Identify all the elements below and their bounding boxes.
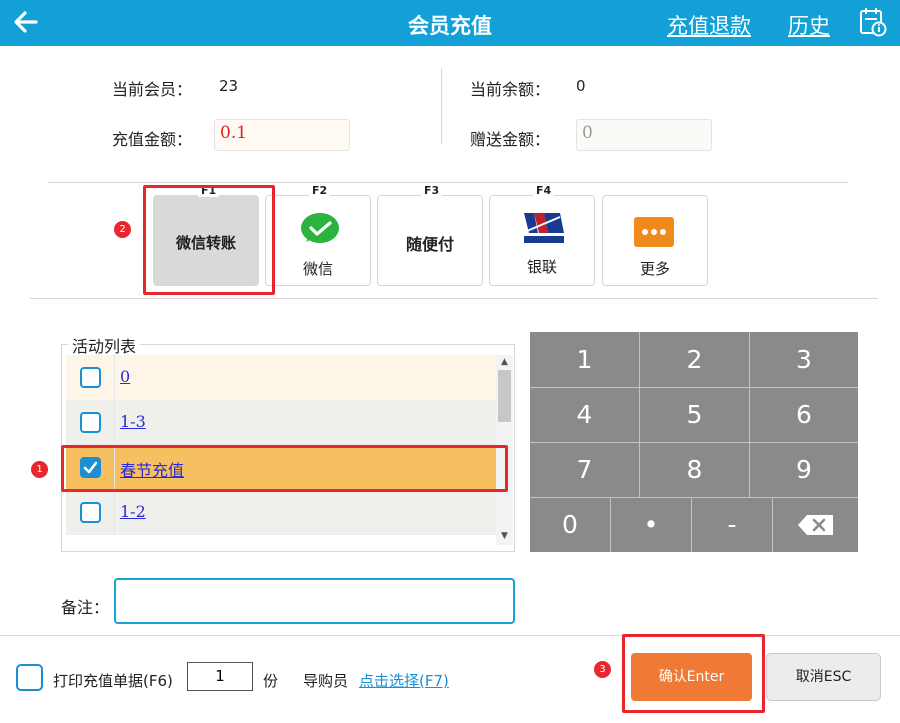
current-member-label: 当前会员：	[112, 80, 193, 99]
activity-list-title: 活动列表	[68, 333, 141, 357]
arrow-left-icon[interactable]	[10, 7, 40, 37]
print-receipt-label[interactable]: 打印充值单据(F6)	[53, 670, 173, 691]
key-1[interactable]: 1	[530, 332, 639, 387]
recharge-amount-input[interactable]: 0.1	[214, 119, 350, 151]
cancel-button[interactable]: 取消ESC	[766, 653, 881, 701]
bonus-amount-input[interactable]: 0	[576, 119, 712, 151]
key-7[interactable]: 7	[530, 443, 639, 497]
marker-1: 1	[31, 461, 48, 478]
select-guide-link[interactable]: 点击选择(F7)	[359, 670, 449, 691]
current-member-value: 23	[219, 77, 239, 95]
scroll-thumb[interactable]	[498, 370, 511, 422]
highlight-box-2	[143, 185, 275, 295]
scroll-down-icon[interactable]: ▼	[496, 531, 513, 541]
activity-link[interactable]: 1-3	[120, 412, 146, 431]
marker-3: 3	[594, 661, 611, 678]
row-separator	[114, 490, 115, 535]
wechat-pay-icon	[301, 213, 339, 243]
key-5[interactable]: 5	[640, 388, 749, 442]
keypad-divider	[530, 387, 858, 388]
list-item[interactable]: 0	[66, 355, 496, 400]
key-0[interactable]: 0	[530, 498, 610, 552]
pay-more-button[interactable]: 更多	[602, 195, 708, 286]
info-divider	[441, 68, 442, 144]
key-minus[interactable]: -	[692, 498, 772, 552]
guide-label: 导购员	[303, 672, 349, 690]
current-balance-value: 0	[576, 77, 586, 95]
highlight-box-1	[61, 445, 508, 492]
key-3[interactable]: 3	[750, 332, 858, 387]
info-bottom-divider	[48, 182, 848, 183]
checkbox[interactable]	[80, 412, 101, 433]
key-4[interactable]: 4	[530, 388, 639, 442]
pay-wechat-button[interactable]: 微信	[265, 195, 371, 286]
keypad-divider	[691, 497, 692, 552]
footer-divider	[0, 635, 900, 636]
keypad-divider	[530, 497, 858, 498]
row-separator	[114, 400, 115, 445]
pay-more-label: 更多	[639, 260, 670, 278]
recharge-amount-label: 充值金额：	[112, 130, 193, 149]
payment-bottom-divider	[30, 298, 878, 299]
pay-unionpay-button[interactable]: 银联	[489, 195, 595, 286]
highlight-box-3	[622, 634, 765, 713]
remark-input[interactable]	[114, 578, 515, 624]
scroll-up-icon[interactable]: ▲	[496, 357, 513, 367]
page-title: 会员充值	[408, 14, 492, 38]
refund-link[interactable]: 充值退款	[667, 10, 751, 40]
keypad-divider	[639, 332, 640, 497]
activity-link[interactable]: 1-2	[120, 502, 146, 521]
marker-2: 2	[114, 221, 131, 238]
f2-key-hint: F2	[309, 184, 331, 197]
key-2[interactable]: 2	[640, 332, 749, 387]
keypad-divider	[610, 497, 611, 552]
remark-label: 备注：	[61, 598, 110, 617]
unionpay-icon	[524, 213, 564, 243]
checkbox[interactable]	[80, 502, 101, 523]
calendar-info-icon[interactable]	[858, 6, 888, 38]
pay-suibianfu-button[interactable]: 随便付	[377, 195, 483, 286]
copies-unit-label: 份	[263, 672, 279, 690]
bonus-amount-label: 赠送金额：	[470, 130, 551, 149]
current-balance-label: 当前余额：	[470, 80, 551, 99]
checkbox[interactable]	[80, 367, 101, 388]
header-bar: 会员充值 充值退款 历史	[0, 0, 900, 46]
numeric-keypad: 1 2 3 4 5 6 7 8 9 0 • -	[530, 332, 858, 552]
pay-unionpay-label: 银联	[526, 258, 557, 276]
row-separator	[114, 355, 115, 400]
print-receipt-checkbox[interactable]	[16, 664, 43, 691]
key-9[interactable]: 9	[750, 443, 858, 497]
keypad-divider	[749, 332, 750, 497]
key-6[interactable]: 6	[750, 388, 858, 442]
key-8[interactable]: 8	[640, 443, 749, 497]
backspace-icon	[798, 515, 833, 535]
history-link[interactable]: 历史	[788, 10, 830, 40]
list-item[interactable]: 1-3	[66, 400, 496, 445]
pay-suibianfu-label: 随便付	[405, 235, 454, 254]
list-item[interactable]: 1-2	[66, 490, 496, 535]
key-dot[interactable]: •	[611, 498, 691, 552]
key-backspace[interactable]	[773, 498, 858, 552]
more-dots-icon	[634, 217, 674, 247]
keypad-divider	[772, 497, 773, 552]
f4-key-hint: F4	[533, 184, 555, 197]
member-recharge-window: 会员充值 充值退款 历史 当前会员： 23 当前余额： 0 充值金额： 0.1 …	[0, 0, 900, 723]
f3-key-hint: F3	[421, 184, 443, 197]
keypad-divider	[530, 442, 858, 443]
pay-wechat-label: 微信	[302, 260, 333, 278]
copies-input[interactable]: 1	[187, 662, 253, 691]
activity-link[interactable]: 0	[120, 367, 130, 386]
